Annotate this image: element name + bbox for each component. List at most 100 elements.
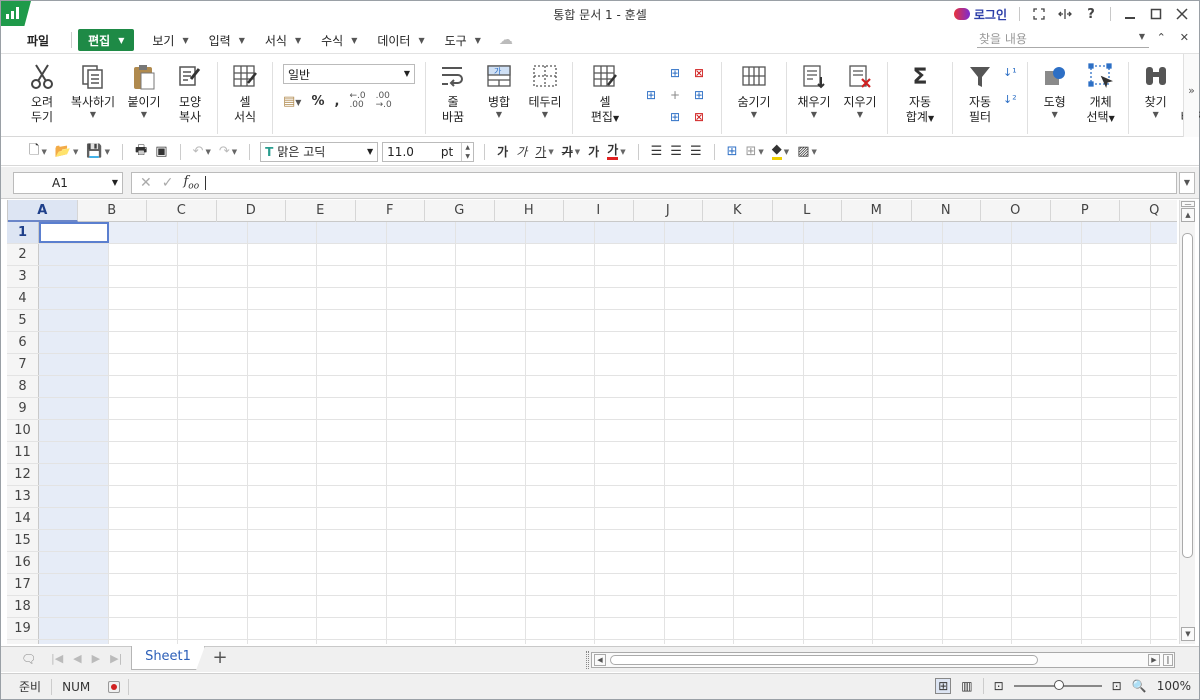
grid-cell[interactable]: [109, 552, 178, 573]
grid-cell[interactable]: [734, 310, 804, 331]
column-header[interactable]: G: [425, 200, 495, 222]
align-left-button[interactable]: ☰: [649, 141, 665, 163]
grid-cell[interactable]: [317, 552, 387, 573]
grid-cell[interactable]: [178, 618, 248, 639]
grid-cell[interactable]: [734, 618, 804, 639]
grid-cell[interactable]: [804, 244, 873, 265]
maximize-icon[interactable]: [1145, 4, 1167, 24]
grid-cell[interactable]: [1012, 332, 1082, 353]
grid-cell[interactable]: [526, 376, 595, 397]
grid-cell[interactable]: [39, 596, 109, 617]
row-header[interactable]: 16: [7, 552, 39, 573]
grid-cell[interactable]: [943, 596, 1012, 617]
grid-cell[interactable]: [873, 244, 943, 265]
grid-cell[interactable]: [595, 486, 665, 507]
zoom-slider[interactable]: [1013, 680, 1102, 690]
page-layout-icon[interactable]: ▥: [961, 679, 972, 693]
grid-cell[interactable]: [387, 640, 456, 644]
insert-row-above-icon[interactable]: ⊞: [670, 66, 680, 80]
grid-cell[interactable]: [943, 464, 1012, 485]
grid-cell[interactable]: [943, 442, 1012, 463]
grid-cell[interactable]: [1082, 486, 1151, 507]
grid-cell[interactable]: [734, 596, 804, 617]
grid-cell[interactable]: [109, 618, 178, 639]
grid-cell[interactable]: [317, 332, 387, 353]
wrap-text-button[interactable]: 줄 바꿈: [430, 62, 476, 134]
grid-cell[interactable]: [873, 640, 943, 644]
grid-cell[interactable]: [804, 376, 873, 397]
grid-cell[interactable]: [1151, 508, 1177, 529]
row-header[interactable]: 13: [7, 486, 39, 507]
column-header[interactable]: J: [634, 200, 703, 222]
grid-cell[interactable]: [595, 552, 665, 573]
grid-cell[interactable]: [595, 310, 665, 331]
grid-cell[interactable]: [873, 266, 943, 287]
row-header[interactable]: 15: [7, 530, 39, 551]
formula-input[interactable]: ✕ ✓ foo: [131, 172, 1177, 194]
grid-cell[interactable]: [39, 266, 109, 287]
grid-cell[interactable]: [109, 222, 178, 243]
save-button[interactable]: 💾 ▼: [84, 141, 112, 163]
grid-cell[interactable]: [804, 420, 873, 441]
percent-icon[interactable]: %: [311, 94, 324, 109]
grid-cell[interactable]: [1082, 618, 1151, 639]
comma-icon[interactable]: ,: [334, 94, 339, 109]
grid-cell[interactable]: [317, 574, 387, 595]
grid-cell[interactable]: [943, 266, 1012, 287]
grid-cell[interactable]: [248, 398, 317, 419]
grid-cell[interactable]: [178, 464, 248, 485]
grid-cell[interactable]: [943, 244, 1012, 265]
grid-cell[interactable]: [595, 442, 665, 463]
grid-cell[interactable]: [39, 354, 109, 375]
align-center-button[interactable]: ☰: [668, 141, 684, 163]
grid-cell[interactable]: [39, 574, 109, 595]
grid-cell[interactable]: [804, 618, 873, 639]
row-header[interactable]: 6: [7, 332, 39, 353]
grid-cell[interactable]: [248, 552, 317, 573]
grid-cell[interactable]: [665, 464, 734, 485]
grid-cell[interactable]: [317, 310, 387, 331]
comment-icon[interactable]: 🗨: [21, 652, 36, 666]
grid-cell[interactable]: [178, 508, 248, 529]
cell-format-button[interactable]: 셀 서식: [222, 62, 268, 134]
grid-cell[interactable]: [178, 398, 248, 419]
grid-cell[interactable]: [665, 420, 734, 441]
redo-button[interactable]: ↷ ▼: [217, 141, 239, 163]
grid-cell[interactable]: [1151, 310, 1177, 331]
grid-cell[interactable]: [1012, 640, 1082, 644]
grid-cell[interactable]: [109, 420, 178, 441]
scroll-up-icon[interactable]: ▲: [1181, 208, 1195, 222]
spreadsheet-grid[interactable]: ABCDEFGHIJKLMNOPQ 1 2 3 4 5 6 7 8 9 10 11 12 13 14 15 1…: [7, 200, 1177, 644]
column-header[interactable]: E: [286, 200, 356, 222]
grid-cell[interactable]: [804, 508, 873, 529]
sort-ascending-icon[interactable]: ↓¹: [1003, 66, 1017, 79]
prev-sheet-icon[interactable]: ◀: [73, 652, 81, 665]
grid-cell[interactable]: [456, 376, 526, 397]
column-header[interactable]: H: [495, 200, 564, 222]
grid-cell[interactable]: [804, 442, 873, 463]
grid-cell[interactable]: [734, 288, 804, 309]
grid-cell[interactable]: [595, 618, 665, 639]
grid-cell[interactable]: [456, 640, 526, 644]
open-button[interactable]: 📂 ▼: [53, 141, 81, 163]
grid-cell[interactable]: [178, 596, 248, 617]
grid-cell[interactable]: [1151, 530, 1177, 551]
column-header[interactable]: F: [356, 200, 425, 222]
grid-cell[interactable]: [873, 376, 943, 397]
grid-cell[interactable]: [943, 310, 1012, 331]
expand-formula-icon[interactable]: ▼: [1179, 172, 1195, 194]
menu-format[interactable]: 서식 ▼: [255, 29, 311, 51]
column-header[interactable]: Q: [1120, 200, 1177, 222]
ribbon-more-icon[interactable]: »: [1183, 54, 1199, 137]
grid-cell[interactable]: [665, 222, 734, 243]
grid-cell[interactable]: [178, 574, 248, 595]
grid-cell[interactable]: [248, 530, 317, 551]
grid-cell[interactable]: [456, 442, 526, 463]
select-all-corner[interactable]: [7, 200, 8, 222]
grid-cell[interactable]: [317, 618, 387, 639]
grid-cell[interactable]: [456, 288, 526, 309]
cancel-icon[interactable]: ✕: [140, 175, 152, 191]
grid-cell[interactable]: [317, 442, 387, 463]
grid-cell[interactable]: [109, 288, 178, 309]
horizontal-scrollbar[interactable]: ◀ ▶ |: [591, 652, 1175, 668]
